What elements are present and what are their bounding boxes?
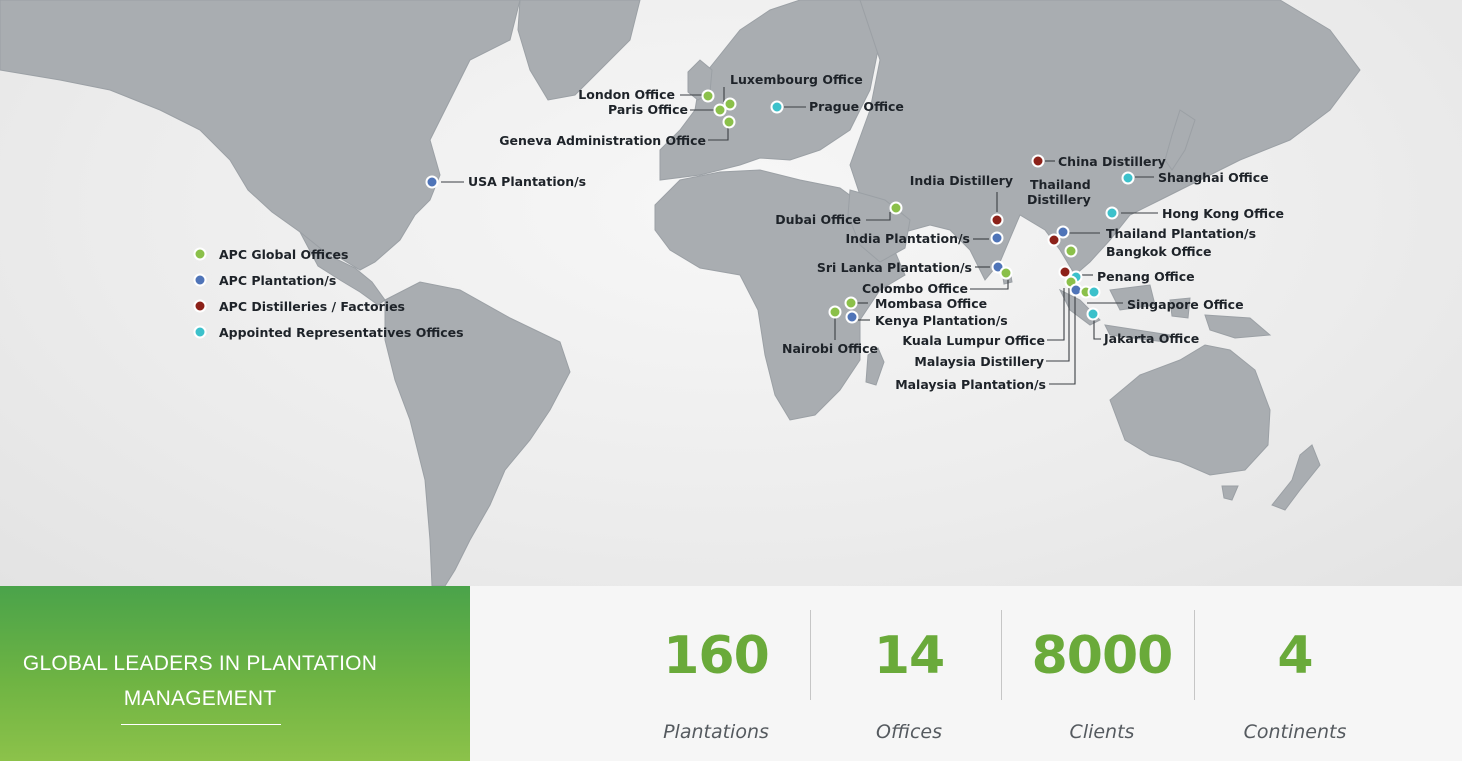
greenland-landmass [517, 0, 641, 101]
bangkok-office-marker [1064, 244, 1078, 258]
thailand-distillery-label-line2: Distillery [1027, 192, 1091, 207]
jakarta-office-marker [1086, 307, 1100, 321]
stat-divider [1194, 610, 1195, 700]
australia-landmass [1109, 344, 1271, 476]
stat-offices: 14 Offices [813, 586, 1005, 761]
thailand-plantation-label: Thailand Plantation/s [1106, 226, 1256, 241]
tagline-underline [121, 724, 281, 725]
singapore-rep-marker [1087, 285, 1101, 299]
singapore-office-label: Singapore Office [1127, 297, 1244, 312]
dubai-office-label: Dubai Office [775, 212, 861, 227]
thailand-plantation-marker [1056, 225, 1070, 239]
legend-plantations-label: APC Plantation/s [219, 273, 336, 288]
nairobi-office-marker [828, 305, 842, 319]
kenya-plantation-marker [845, 310, 859, 324]
shanghai-office-label: Shanghai Office [1158, 170, 1269, 185]
stat-continents-value: 4 [1277, 626, 1313, 686]
penang-office-label: Penang Office [1097, 269, 1195, 284]
colombo-office-label: Colombo Office [862, 281, 968, 296]
legend-distilleries-label: APC Distilleries / Factories [219, 299, 405, 314]
stat-clients: 8000 Clients [1006, 586, 1198, 761]
bangkok-office-label: Bangkok Office [1106, 244, 1212, 259]
mombasa-office-marker [844, 296, 858, 310]
prague-office-marker [770, 100, 784, 114]
legend-representatives-swatch [193, 325, 207, 339]
stat-plantations: 160 Plantations [620, 586, 812, 761]
stat-clients-value: 8000 [1031, 626, 1174, 686]
stat-continents-label: Continents [1243, 721, 1347, 743]
india-plantation-marker [990, 231, 1004, 245]
india-distillery-label: India Distillery [910, 173, 1013, 188]
tagline-panel: GLOBAL LEADERS IN PLANTATION MANAGEMENT [0, 586, 470, 761]
tagline-heading: GLOBAL LEADERS IN PLANTATION MANAGEMENT [0, 646, 400, 716]
thailand-distillery-label-line1: Thailand [1030, 177, 1091, 192]
nairobi-office-label: Nairobi Office [782, 341, 878, 356]
paris-office-label: Paris Office [608, 102, 688, 117]
india-distillery-marker [990, 213, 1004, 227]
usa-plantation-marker [425, 175, 439, 189]
geneva-office-marker [722, 115, 736, 129]
stats-row: 160 Plantations 14 Offices 8000 Clients … [620, 586, 1462, 761]
world-map-graphic: London Office Paris Office Luxembourg Of… [0, 0, 1361, 586]
tagline-line-2: MANAGEMENT [123, 687, 277, 710]
india-plantation-label: India Plantation/s [845, 231, 970, 246]
mombasa-office-label: Mombasa Office [875, 296, 987, 311]
stat-divider [810, 610, 811, 700]
malaysia-plantation-label: Malaysia Plantation/s [895, 377, 1046, 392]
tasmania-landmass [1221, 485, 1239, 501]
china-distillery-marker [1031, 154, 1045, 168]
legend-plantations-swatch [193, 273, 207, 287]
legend-distilleries-swatch [193, 299, 207, 313]
colombo-office-marker [999, 266, 1013, 280]
stat-offices-value: 14 [873, 626, 945, 686]
stat-offices-label: Offices [876, 721, 942, 743]
prague-office-label: Prague Office [809, 99, 904, 114]
london-office-marker [701, 89, 715, 103]
kenya-plantation-label: Kenya Plantation/s [875, 313, 1008, 328]
usa-plantation-label: USA Plantation/s [468, 174, 586, 189]
stat-plantations-label: Plantations [663, 721, 769, 743]
luxembourg-office-marker [723, 97, 737, 111]
stat-plantations-value: 160 [663, 626, 770, 686]
tagline-line-1: GLOBAL LEADERS IN PLANTATION [22, 652, 378, 675]
china-distillery-label: China Distillery [1058, 154, 1166, 169]
papua-landmass [1204, 314, 1272, 339]
thailand-distillery-marker [1047, 233, 1061, 247]
world-map: London Office Paris Office Luxembourg Of… [0, 0, 1462, 586]
sri-lanka-plantation-label: Sri Lanka Plantation/s [817, 260, 972, 275]
legend-global-offices-swatch [193, 247, 207, 261]
legend-representatives-label: Appointed Representatives Offices [219, 325, 464, 340]
dubai-office-marker [889, 201, 903, 215]
geneva-office-label: Geneva Administration Office [499, 133, 706, 148]
stats-band: GLOBAL LEADERS IN PLANTATION MANAGEMENT … [0, 586, 1462, 761]
malaysia-distillery-label: Malaysia Distillery [914, 354, 1044, 369]
hong-kong-office-marker [1105, 206, 1119, 220]
hong-kong-office-label: Hong Kong Office [1162, 206, 1284, 221]
malaysia-distillery-marker [1058, 265, 1072, 279]
stat-clients-label: Clients [1069, 721, 1135, 743]
stat-divider [1001, 610, 1002, 700]
paris-office-marker [713, 103, 727, 117]
london-office-label: London Office [578, 87, 675, 102]
luxembourg-office-label: Luxembourg Office [730, 72, 863, 87]
new-zealand-landmass [1271, 444, 1321, 511]
legend-global-offices-label: APC Global Offices [219, 247, 348, 262]
stat-continents: 4 Continents [1199, 586, 1391, 761]
north-america-landmass [0, 0, 521, 271]
shanghai-office-marker [1121, 171, 1135, 185]
jakarta-office-label: Jakarta Office [1103, 331, 1199, 346]
kuala-lumpur-office-label: Kuala Lumpur Office [902, 333, 1045, 348]
